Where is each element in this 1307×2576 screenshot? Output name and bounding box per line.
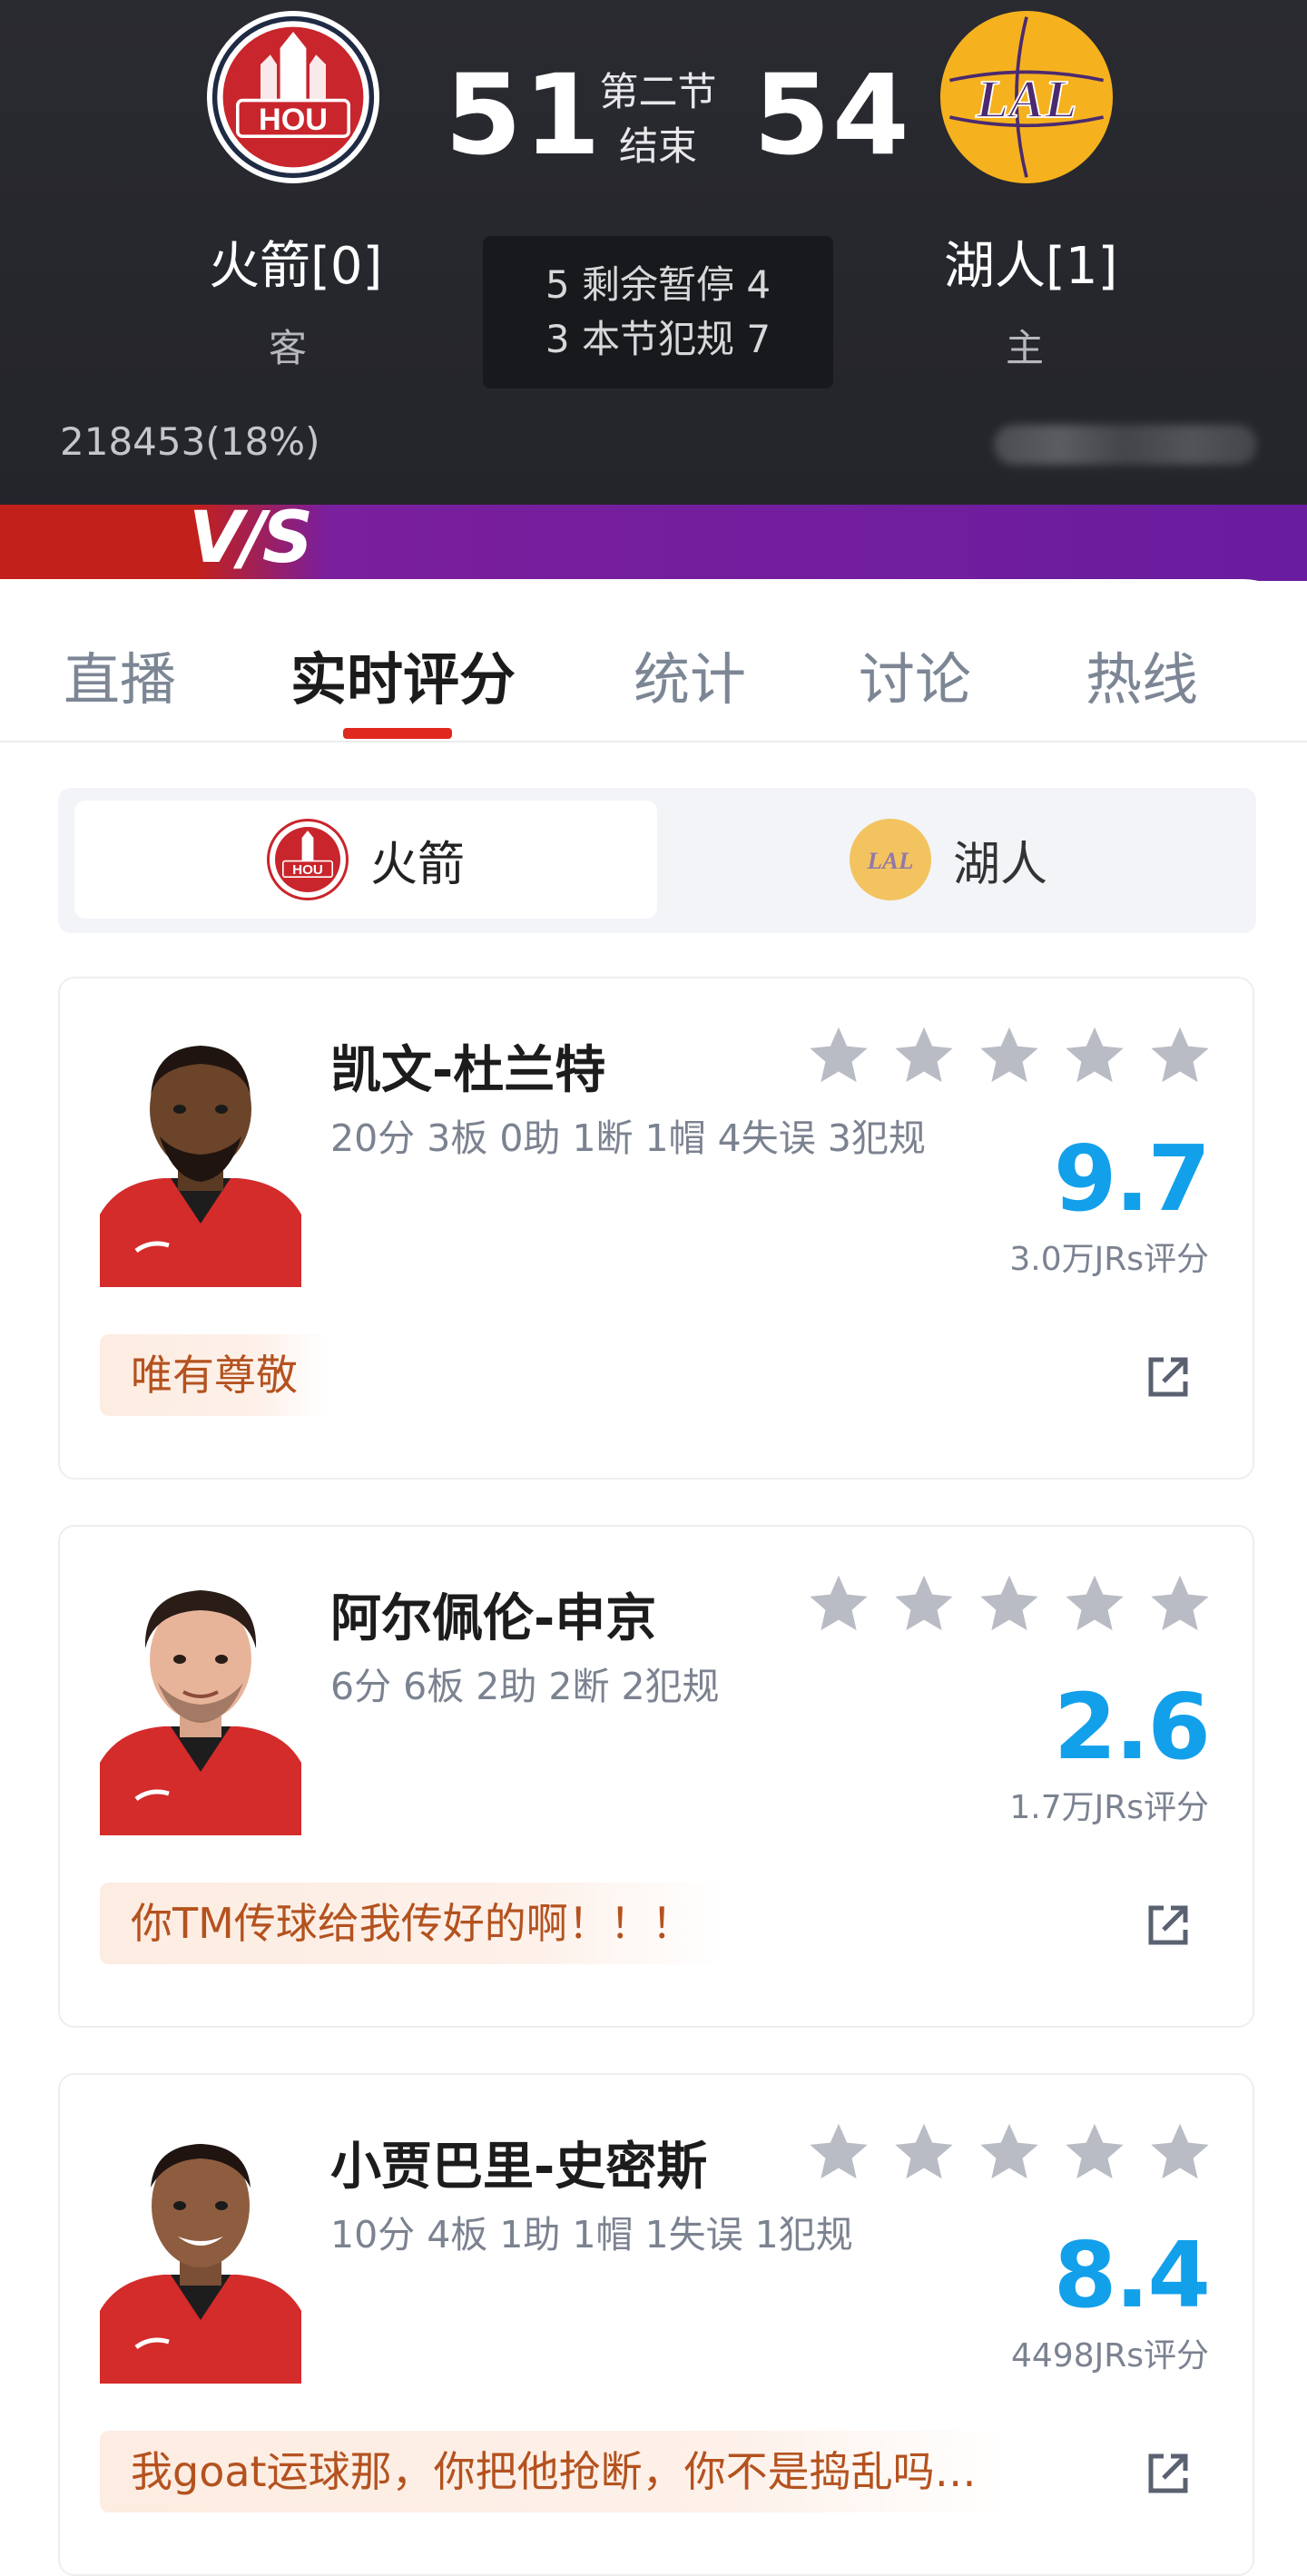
- player-name: 凯文-杜兰特: [330, 1041, 606, 1100]
- top-comment[interactable]: 我goat运球那，你把他抢断，你不是捣乱吗…: [100, 2431, 1007, 2512]
- rockets-logo-text: HOU: [259, 103, 328, 137]
- star-icon[interactable]: [975, 1570, 1044, 1639]
- star-icon[interactable]: [1060, 1022, 1129, 1091]
- tab-stats[interactable]: 统计: [634, 634, 746, 715]
- content-panel: 直播 实时评分 统计 讨论 热线 HOU 火箭 LAL 湖人 凯文-杜兰特 20…: [0, 579, 1307, 2576]
- player-stats: 6分 6板 2助 2断 2犯规: [330, 1665, 720, 1708]
- team-switcher: HOU 火箭 LAL 湖人: [58, 788, 1256, 933]
- switch-rockets-label: 火箭: [369, 837, 465, 892]
- timeouts-fouls-box: 5 剩余暂停 4 3 本节犯规 7: [483, 236, 833, 388]
- lakers-logo-icon[interactable]: LAL: [940, 11, 1113, 183]
- share-icon[interactable]: [1144, 2449, 1193, 2498]
- tab-live[interactable]: 直播: [64, 634, 176, 715]
- star-icon[interactable]: [1145, 2119, 1214, 2188]
- player-rating-score: 8.4: [1053, 2222, 1211, 2328]
- rating-vote-count: 4498JRs评分: [1010, 2337, 1209, 2374]
- switch-lakers-button[interactable]: LAL 湖人: [657, 801, 1240, 919]
- period-status: 第二节 结束: [590, 65, 726, 174]
- lakers-logo-text: LAL: [975, 70, 1076, 129]
- lakers-mini-logo-text: LAL: [867, 847, 914, 874]
- player-name: 阿尔佩伦-申京: [330, 1589, 657, 1648]
- star-icon[interactable]: [804, 2119, 873, 2188]
- away-score: 51: [445, 51, 603, 180]
- period-state: 结束: [619, 124, 697, 170]
- star-icon[interactable]: [804, 1022, 873, 1091]
- player-avatar: [100, 1585, 301, 1835]
- tab-hotline[interactable]: 热线: [1086, 634, 1198, 715]
- top-comment[interactable]: 你TM传球给我传好的啊！！！: [100, 1883, 724, 1964]
- rockets-logo-icon[interactable]: HOU: [207, 11, 379, 183]
- star-rating-input[interactable]: [804, 1570, 1214, 1639]
- share-icon[interactable]: [1144, 1352, 1193, 1401]
- star-icon[interactable]: [804, 1570, 873, 1639]
- timeouts-line: 5 剩余暂停 4: [545, 262, 771, 307]
- home-score: 54: [753, 51, 911, 180]
- blurred-info: [994, 425, 1257, 465]
- star-icon[interactable]: [889, 2119, 958, 2188]
- star-icon[interactable]: [889, 1022, 958, 1091]
- rating-vote-count: 1.7万JRs评分: [1009, 1789, 1209, 1826]
- tabs-divider: [0, 741, 1307, 742]
- away-team-side: 客: [269, 326, 308, 370]
- star-icon[interactable]: [1060, 2119, 1129, 2188]
- star-rating-input[interactable]: [804, 1022, 1214, 1091]
- player-rating-score: 9.7: [1053, 1126, 1211, 1232]
- home-team-name: 湖人[1]: [944, 237, 1118, 296]
- star-icon[interactable]: [1145, 1570, 1214, 1639]
- home-team-side: 主: [1006, 326, 1045, 370]
- player-card[interactable]: 凯文-杜兰特 20分 3板 0助 1断 1帽 4失误 3犯规 9.7 3.0万J…: [58, 977, 1254, 1480]
- tab-discuss[interactable]: 讨论: [859, 634, 971, 715]
- lakers-mini-logo-icon: LAL: [849, 819, 931, 900]
- star-icon[interactable]: [975, 1022, 1044, 1091]
- player-name: 小贾巴里-史密斯: [330, 2138, 708, 2197]
- period-label: 第二节: [599, 70, 717, 115]
- player-stats: 20分 3板 0助 1断 1帽 4失误 3犯规: [330, 1116, 926, 1160]
- viewer-count: 218453(18%): [60, 419, 320, 464]
- fouls-line: 3 本节犯规 7: [545, 317, 771, 361]
- player-card[interactable]: 小贾巴里-史密斯 10分 4板 1助 1帽 1失误 1犯规 8.4 4498JR…: [58, 2073, 1254, 2576]
- star-rating-input[interactable]: [804, 2119, 1214, 2188]
- switch-rockets-button[interactable]: HOU 火箭: [74, 801, 657, 919]
- star-icon[interactable]: [1145, 1022, 1214, 1091]
- tab-bar: 直播 实时评分 统计 讨论 热线: [0, 579, 1307, 742]
- share-icon[interactable]: [1144, 1901, 1193, 1950]
- player-rating-score: 2.6: [1053, 1674, 1211, 1780]
- star-icon[interactable]: [975, 2119, 1044, 2188]
- vs-badge: V/S: [189, 497, 313, 579]
- player-avatar: [100, 2133, 301, 2384]
- rating-vote-count: 3.0万JRs评分: [1009, 1241, 1209, 1278]
- top-comment[interactable]: 唯有尊敬: [100, 1334, 329, 1416]
- player-stats: 10分 4板 1助 1帽 1失误 1犯规: [330, 2213, 853, 2256]
- player-avatar: [100, 1037, 301, 1287]
- star-icon[interactable]: [889, 1570, 958, 1639]
- player-card[interactable]: 阿尔佩伦-申京 6分 6板 2助 2断 2犯规 2.6 1.7万JRs评分 你T…: [58, 1525, 1254, 2028]
- scoreboard-header: HOU 51 第二节 结束 54 LAL 火箭[0] 湖人[1] 客 主 5 剩…: [0, 0, 1307, 508]
- switch-lakers-label: 湖人: [952, 837, 1047, 892]
- rockets-mini-logo-text: HOU: [292, 862, 323, 878]
- rockets-mini-logo-icon: HOU: [266, 819, 349, 900]
- star-icon[interactable]: [1060, 1570, 1129, 1639]
- away-team-name: 火箭[0]: [209, 237, 383, 296]
- tab-rating[interactable]: 实时评分: [290, 634, 516, 715]
- active-tab-indicator: [343, 728, 452, 739]
